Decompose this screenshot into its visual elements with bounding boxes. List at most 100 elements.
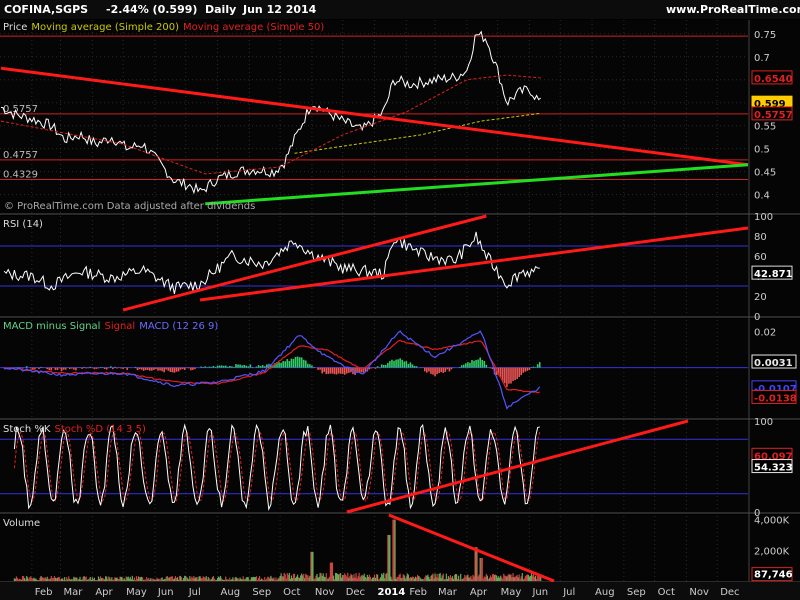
volume-bar xyxy=(166,576,168,581)
volume-bar xyxy=(301,573,303,581)
signal-legend[interactable]: Signal xyxy=(104,321,135,332)
volume-bar xyxy=(493,575,496,581)
macd-histogram-bar xyxy=(151,367,153,371)
volume-bar xyxy=(59,579,62,581)
volume-bar xyxy=(111,577,113,581)
volume-bar xyxy=(250,577,252,581)
volume-bar xyxy=(126,577,128,581)
volume-bar xyxy=(31,577,33,581)
volume-bar xyxy=(385,573,387,581)
rsi-panel-title[interactable]: RSI (14) xyxy=(3,219,43,230)
macd-histogram-bar xyxy=(524,367,527,372)
macd-histogram-bar xyxy=(251,367,254,368)
volume-bar xyxy=(314,578,316,581)
macd-histogram-bar xyxy=(114,366,116,368)
volume-bar xyxy=(499,577,501,581)
macd-histogram-bar xyxy=(83,366,85,368)
volume-bar xyxy=(373,574,376,581)
volume-bar xyxy=(321,575,323,581)
volume-bar xyxy=(32,578,34,581)
macd-histogram-bar xyxy=(391,359,393,368)
volume-bar xyxy=(129,576,131,581)
stoch-d-legend[interactable]: Stoch %D (14 3 5) xyxy=(54,424,145,435)
volume-bar xyxy=(237,578,239,581)
macd-histogram-bar xyxy=(528,367,531,370)
volume-bar xyxy=(510,574,512,581)
macd-histogram-bar xyxy=(212,365,215,368)
volume-bar xyxy=(349,576,351,581)
volume-bar xyxy=(480,557,482,581)
macd-histogram-bar xyxy=(177,367,180,372)
volume-bar xyxy=(224,579,226,581)
macd-histogram-bar xyxy=(339,367,342,374)
volume-bar xyxy=(146,577,148,581)
volume-bar xyxy=(524,576,526,581)
volume-bar xyxy=(209,579,211,581)
volume-bar xyxy=(233,580,235,581)
ma200-legend[interactable]: Moving average (Simple 200) xyxy=(31,22,179,33)
volume-bar xyxy=(15,576,18,581)
macd-histogram-bar xyxy=(411,364,414,368)
volume-bar xyxy=(360,575,362,581)
x-axis-month-label: 2014 xyxy=(378,587,406,598)
site-link[interactable]: www.ProRealTime.com xyxy=(666,0,800,19)
volume-bar xyxy=(16,578,19,581)
macd-histogram-bar xyxy=(395,359,397,368)
volume-bar xyxy=(225,576,227,581)
volume-bar xyxy=(164,578,166,581)
volume-bar xyxy=(420,578,422,581)
volume-bar xyxy=(140,576,143,581)
volume-bar xyxy=(537,575,539,581)
volume-bar xyxy=(504,575,506,581)
macd-histogram-bar xyxy=(401,359,404,368)
price-tick-label: 0.7 xyxy=(754,53,770,64)
volume-bar xyxy=(449,575,452,581)
volume-bar xyxy=(469,577,471,581)
macd-histogram-bar xyxy=(335,367,338,375)
volume-bar xyxy=(450,577,453,581)
volume-bar xyxy=(245,577,247,581)
volume-bar xyxy=(227,579,229,581)
volume-bar xyxy=(267,576,269,581)
volume-bar xyxy=(375,574,378,581)
volume-bar xyxy=(429,579,431,581)
macd-histogram-bar xyxy=(73,367,75,370)
macd-histogram-bar xyxy=(194,367,196,370)
macd-histogram-bar xyxy=(512,367,514,381)
volume-bar xyxy=(335,573,338,581)
rsi-tick-label: 20 xyxy=(754,292,767,303)
volume-bar xyxy=(35,578,37,581)
volume-bar xyxy=(107,578,109,581)
volume-bar xyxy=(383,572,385,581)
macd-histogram-bar xyxy=(428,367,430,372)
stoch-k-legend[interactable]: Stoch %K xyxy=(3,424,50,435)
volume-bar xyxy=(332,575,335,581)
volume-panel-title[interactable]: Volume xyxy=(3,518,40,529)
panel-background xyxy=(0,20,800,213)
macd-histogram-bar xyxy=(399,358,401,368)
macd-legend[interactable]: MACD (12 26 9) xyxy=(139,321,218,332)
ma50-legend[interactable]: Moving average (Simple 50) xyxy=(183,22,324,33)
macd-histogram-bar xyxy=(325,367,328,375)
macd-histogram-bar xyxy=(348,367,350,373)
volume-bar xyxy=(179,576,182,581)
volume-bar xyxy=(432,573,434,581)
macd-histogram-bar xyxy=(214,367,217,368)
volume-bar xyxy=(203,577,205,581)
volume-bar xyxy=(38,579,40,581)
volume-bar xyxy=(61,578,64,581)
volume-bar xyxy=(183,578,185,581)
volume-bar xyxy=(394,519,396,581)
macd-histogram-bar xyxy=(465,363,467,368)
rsi-tick-label: 0 xyxy=(754,312,760,323)
stock-chart[interactable]: 0.40.450.50.550.60.650.70.750.57570.4757… xyxy=(0,0,800,600)
macd-histogram-bar xyxy=(489,367,492,369)
macd-histogram-bar xyxy=(407,364,410,368)
volume-bar xyxy=(496,575,498,581)
macd-hist-legend[interactable]: MACD minus Signal xyxy=(3,321,100,332)
volume-bar xyxy=(258,576,261,581)
volume-bar xyxy=(127,576,129,581)
macd-histogram-bar xyxy=(321,367,323,374)
volume-bar xyxy=(156,577,158,581)
volume-bar xyxy=(218,577,221,581)
